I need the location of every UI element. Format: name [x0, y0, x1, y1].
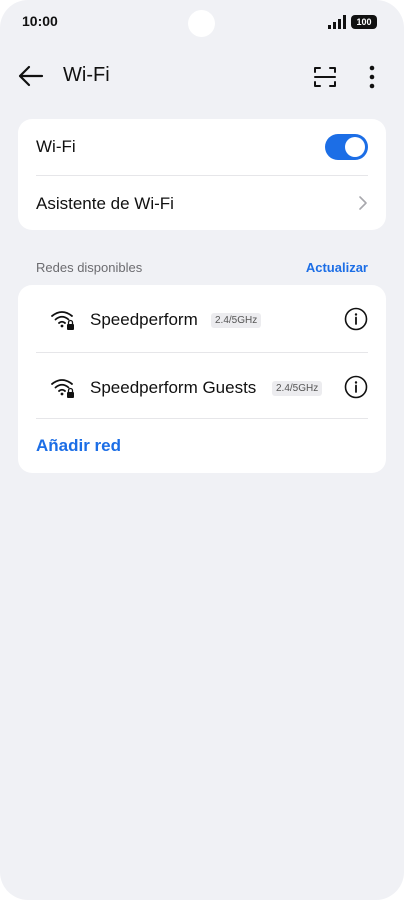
refresh-button[interactable]: Actualizar: [306, 260, 368, 275]
status-time: 10:00: [22, 13, 58, 29]
toggle-knob: [345, 137, 365, 157]
add-network-label: Añadir red: [36, 436, 122, 455]
wifi-lock-icon: [51, 379, 74, 398]
available-networks-heading: Redes disponibles: [36, 260, 143, 275]
wifi-lock-icon: [51, 311, 74, 330]
wifi-settings-card: Wi-Fi Asistente de Wi-Fi: [18, 119, 386, 230]
battery-icon: 100: [351, 15, 377, 29]
back-arrow-icon[interactable]: [16, 62, 46, 90]
wifi-assistant-row[interactable]: Asistente de Wi-Fi: [36, 175, 368, 231]
network-item[interactable]: Speedperform 2.4/5GHz: [36, 285, 368, 351]
network-name: Speedperform: [90, 310, 198, 329]
chevron-right-icon: [359, 196, 367, 210]
wifi-toggle[interactable]: [325, 134, 368, 160]
page-title: Wi-Fi: [63, 64, 110, 86]
band-badge: 2.4/5GHz: [211, 313, 262, 328]
info-icon[interactable]: [344, 375, 368, 399]
info-icon[interactable]: [344, 307, 368, 331]
app-header: Wi-Fi: [0, 52, 404, 100]
wifi-toggle-row: Wi-Fi: [36, 119, 368, 175]
phone-screen: 10:00 100 Wi-Fi Wi-Fi Asistente de Wi-Fi…: [0, 0, 404, 900]
network-name: Speedperform Guests: [90, 378, 257, 397]
add-network-button[interactable]: Añadir red: [36, 418, 368, 474]
wifi-assistant-label: Asistente de Wi-Fi: [36, 194, 174, 213]
band-badge: 2.4/5GHz: [272, 381, 323, 396]
network-item[interactable]: Speedperform Guests 2.4/5GHz: [36, 352, 368, 419]
camera-cutout: [188, 10, 215, 37]
status-bar: 10:00 100: [0, 0, 404, 44]
networks-card: Speedperform 2.4/5GHz Speedperform Guest…: [18, 285, 386, 473]
scan-icon[interactable]: [313, 65, 337, 89]
more-vertical-icon[interactable]: [362, 64, 382, 90]
signal-icon: [328, 15, 346, 29]
wifi-label: Wi-Fi: [36, 137, 76, 156]
